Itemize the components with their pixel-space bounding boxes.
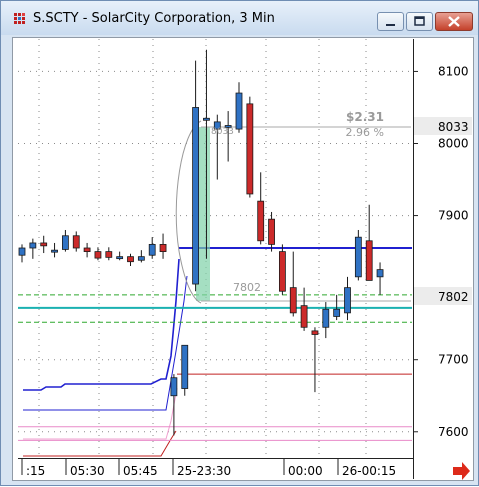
candle xyxy=(137,250,145,263)
change-value-label: $2.31 xyxy=(346,110,384,124)
candle-body xyxy=(116,256,124,260)
candle-body xyxy=(268,218,275,245)
range-low-label: 7802 xyxy=(233,281,261,294)
candle-body xyxy=(137,256,145,261)
candle-body xyxy=(246,103,254,195)
time-tick-label: 00:00 xyxy=(288,464,323,478)
candle xyxy=(170,374,178,436)
candle-body xyxy=(72,235,80,249)
candle xyxy=(376,262,384,295)
candle xyxy=(365,204,373,281)
candle xyxy=(289,251,297,317)
candle xyxy=(268,211,275,252)
candle xyxy=(83,242,91,258)
candle-body xyxy=(159,243,167,253)
candle-body xyxy=(192,107,200,285)
candle-body xyxy=(18,247,26,256)
current-price-tag-label: 7802 xyxy=(438,290,469,304)
time-tick-label: 25-23:30 xyxy=(177,464,231,478)
price-tick-label: 7600 xyxy=(438,425,469,439)
candle-body xyxy=(181,344,189,389)
candle xyxy=(40,235,48,254)
candle-body xyxy=(289,287,297,314)
time-tick-label: 05:30 xyxy=(70,464,105,478)
candle xyxy=(278,244,286,295)
candle-body xyxy=(203,117,210,121)
time-tick-label: 26-00:15 xyxy=(342,464,396,478)
candle xyxy=(148,237,156,259)
candle-body xyxy=(40,242,48,247)
candle-body xyxy=(344,287,351,314)
candle-body xyxy=(278,251,286,292)
price-tick-label: 7900 xyxy=(438,209,469,223)
candle xyxy=(235,82,243,133)
candle-body xyxy=(148,243,156,256)
candle xyxy=(192,60,200,292)
candle-body xyxy=(322,308,330,328)
candle xyxy=(29,238,37,259)
candle-body xyxy=(235,92,243,130)
candle xyxy=(127,253,134,267)
candle xyxy=(213,114,221,180)
candle-body xyxy=(51,249,58,253)
candle-body xyxy=(300,305,308,328)
candle xyxy=(300,287,308,331)
time-axis-ticks: :15 05:30 05:45 25-23:30 00:00 26-00:15 xyxy=(21,459,396,478)
lower-step-line xyxy=(23,275,188,411)
candle-body xyxy=(83,247,91,253)
change-percent-label: 2.96 % xyxy=(346,126,384,139)
price-chart[interactable]: $2.31 2.96 % 7802 8033 8100 8000 7900 7700 7… xyxy=(1,1,479,487)
chart-window: S.SCTY - SolarCity Corporation, 3 Min $2… xyxy=(0,0,479,486)
last-price-tag-label: 8033 xyxy=(438,120,469,134)
range-high-label: 8033 xyxy=(211,127,234,137)
price-tick-label: 8100 xyxy=(438,64,469,78)
candle xyxy=(257,172,265,245)
scroll-right-arrow-icon[interactable] xyxy=(453,462,470,480)
candle-body xyxy=(354,236,362,278)
candle-body xyxy=(170,377,178,397)
time-tick-label: :15 xyxy=(26,464,45,478)
candle-body xyxy=(365,240,373,281)
candle-body xyxy=(94,251,102,259)
candle-body xyxy=(333,308,341,317)
candle-body xyxy=(62,235,69,250)
candle xyxy=(18,244,26,263)
candle xyxy=(105,247,113,261)
price-tick-label: 8000 xyxy=(438,137,469,151)
candle xyxy=(62,229,69,252)
candle xyxy=(159,233,167,259)
candle-body xyxy=(105,251,113,258)
candle xyxy=(94,247,102,261)
candle xyxy=(72,231,80,252)
candle-body xyxy=(257,200,265,242)
candle-body xyxy=(29,242,37,249)
candle xyxy=(116,251,124,261)
pink-step-line xyxy=(23,387,178,440)
candle-body xyxy=(376,269,384,278)
candle xyxy=(344,276,351,321)
candle-body xyxy=(311,330,319,335)
price-tick-label: 7700 xyxy=(438,353,469,367)
candle xyxy=(246,96,254,198)
candle xyxy=(354,229,362,281)
candle-body xyxy=(127,256,134,263)
level-lines xyxy=(18,247,412,441)
red-step-line xyxy=(23,430,177,457)
time-tick-label: 05:45 xyxy=(123,464,158,478)
candle xyxy=(181,344,189,396)
upper-step-line xyxy=(23,258,180,391)
candle xyxy=(51,242,58,258)
